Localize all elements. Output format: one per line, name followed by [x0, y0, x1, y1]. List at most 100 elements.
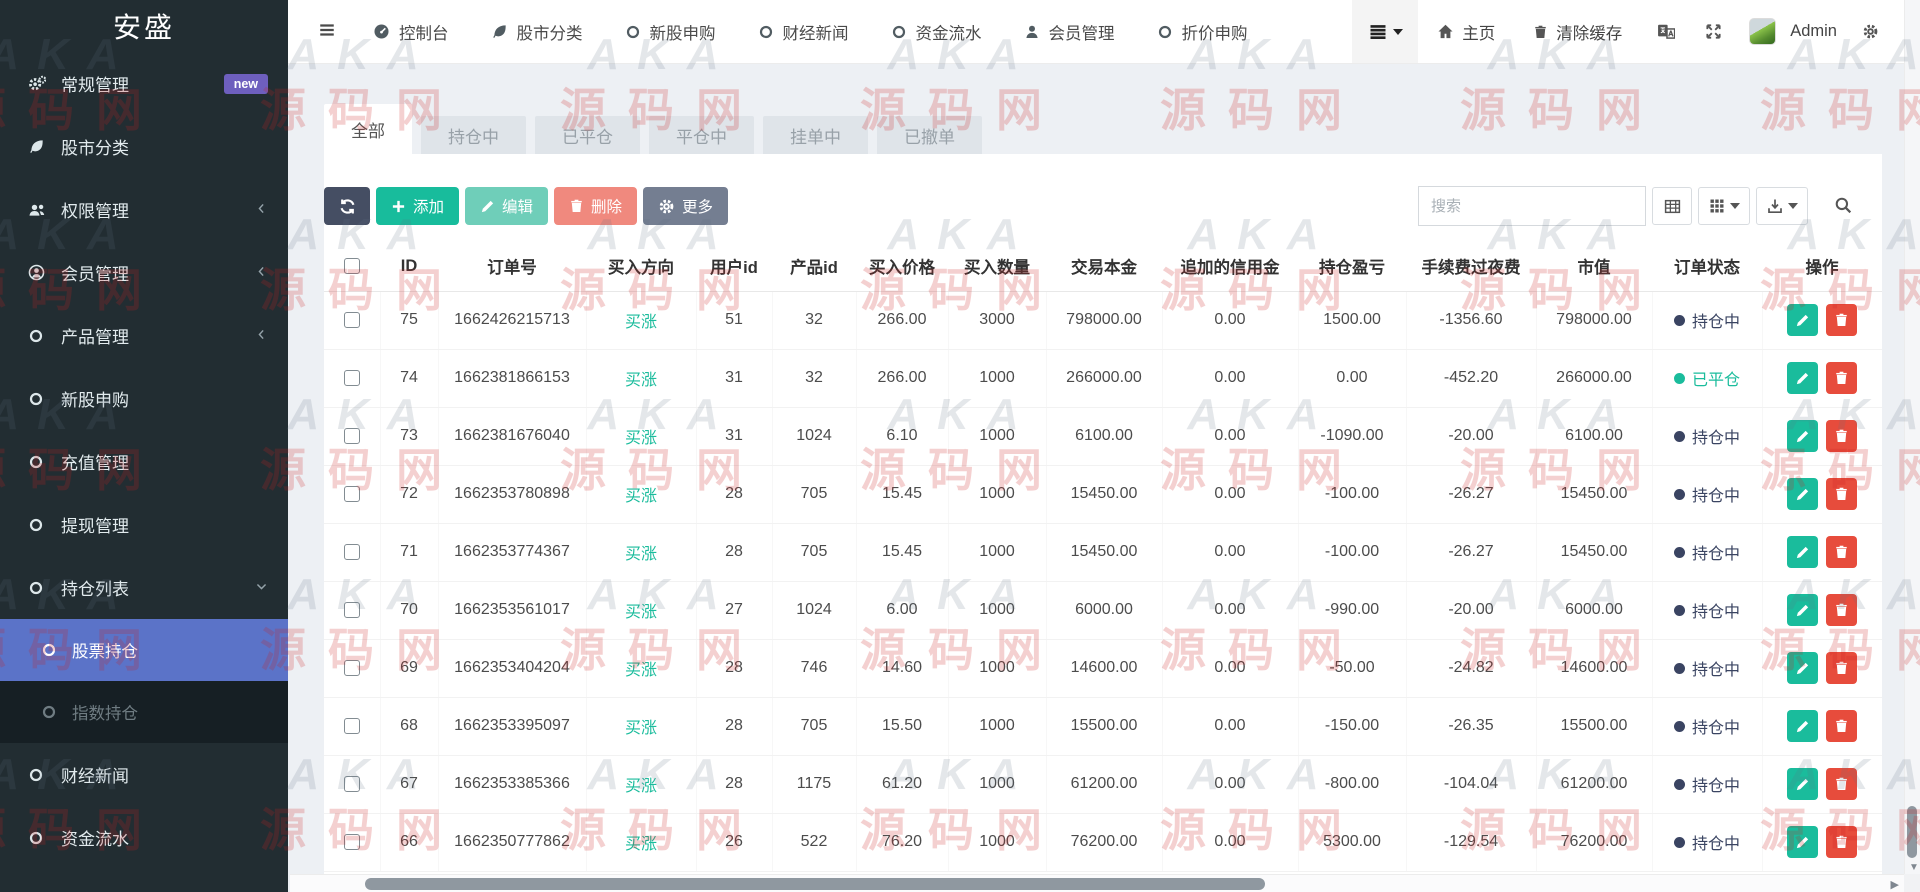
delete-row-button[interactable]	[1826, 536, 1857, 568]
vertical-scrollbar[interactable]: ▼	[1904, 0, 1920, 874]
clear-cache-link[interactable]: 清除缓存	[1514, 0, 1641, 63]
tab-holding[interactable]: 持仓中	[421, 116, 526, 154]
delete-row-button[interactable]	[1826, 478, 1857, 510]
sidebar-item-members[interactable]: 会员管理	[0, 241, 288, 304]
delete-row-button[interactable]	[1826, 710, 1857, 742]
export-button[interactable]	[1756, 187, 1808, 225]
nav-list-dropdown[interactable]	[1352, 0, 1418, 63]
row-checkbox[interactable]	[344, 660, 360, 676]
row-checkbox[interactable]	[344, 370, 360, 386]
sidebar-item-index-positions[interactable]: 指数持仓	[0, 681, 288, 743]
column-header[interactable]: 产品id	[772, 242, 856, 291]
nav-item-discount-subscribe[interactable]: 折价申购	[1136, 0, 1269, 63]
delete-row-button[interactable]	[1826, 420, 1857, 452]
search-input[interactable]	[1418, 186, 1646, 226]
column-header[interactable]: 订单状态	[1652, 242, 1762, 291]
sidebar-item-recharge[interactable]: 充值管理	[0, 430, 288, 493]
horizontal-scrollbar[interactable]: ▶	[290, 874, 1904, 892]
nav-item-fund-flow[interactable]: 资金流水	[870, 0, 1003, 63]
column-header[interactable]: 操作	[1762, 242, 1882, 291]
row-checkbox[interactable]	[344, 486, 360, 502]
sidebar-item-fund-flow[interactable]: 资金流水	[0, 806, 288, 869]
delete-row-button[interactable]	[1826, 652, 1857, 684]
sidebar-item-products[interactable]: 产品管理	[0, 304, 288, 367]
edit-button[interactable]: 编辑	[465, 187, 548, 225]
row-checkbox[interactable]	[344, 602, 360, 618]
toggle-view-button[interactable]	[1652, 187, 1692, 225]
edit-row-button[interactable]	[1787, 362, 1818, 394]
status-badge: 持仓中	[1674, 482, 1740, 506]
more-button[interactable]: 更多	[643, 187, 728, 225]
add-button[interactable]: 添加	[376, 187, 459, 225]
column-header[interactable]: 追加的信用金	[1162, 242, 1298, 291]
home-link[interactable]: 主页	[1418, 0, 1514, 63]
admin-username[interactable]: Admin	[1780, 22, 1847, 41]
column-header[interactable]: 市值	[1536, 242, 1652, 291]
nav-item-members[interactable]: 会员管理	[1003, 0, 1136, 63]
tab-cancelled[interactable]: 已撤单	[877, 116, 982, 154]
delete-row-button[interactable]	[1826, 768, 1857, 800]
edit-row-button[interactable]	[1787, 710, 1818, 742]
row-checkbox[interactable]	[344, 544, 360, 560]
avatar[interactable]	[1749, 18, 1776, 45]
tab-all[interactable]: 全部	[324, 104, 412, 154]
edit-row-button[interactable]	[1787, 652, 1818, 684]
fullscreen-button[interactable]	[1690, 0, 1737, 63]
vertical-scroll-thumb[interactable]	[1907, 806, 1917, 858]
select-all-header[interactable]	[324, 242, 380, 291]
sidebar-item-permissions[interactable]: 权限管理	[0, 178, 288, 241]
sidebar-item-finance-news[interactable]: 财经新闻	[0, 743, 288, 806]
tab-closing[interactable]: 平仓中	[649, 116, 754, 154]
edit-row-button[interactable]	[1787, 304, 1818, 336]
sidebar-item-new-stock-subscribe[interactable]: 新股申购	[0, 367, 288, 430]
column-header[interactable]: 持仓盈亏	[1298, 242, 1406, 291]
tab-closed[interactable]: 已平仓	[535, 116, 640, 154]
nav-item-market-category[interactable]: 股市分类	[470, 0, 604, 63]
column-header[interactable]: 交易本金	[1046, 242, 1162, 291]
sidebar-item-general-settings[interactable]: 常规管理new	[0, 52, 288, 115]
column-header[interactable]: ID	[380, 242, 438, 291]
user-icon	[1024, 24, 1040, 40]
sidebar-item-stock-positions[interactable]: 股票持仓	[0, 619, 288, 681]
horizontal-scroll-thumb[interactable]	[365, 878, 1265, 890]
translate-button[interactable]	[1641, 0, 1690, 63]
sidebar-toggle-button[interactable]	[302, 0, 352, 63]
edit-row-button[interactable]	[1787, 826, 1818, 858]
nav-item-finance-news[interactable]: 财经新闻	[737, 0, 870, 63]
column-header[interactable]: 买入方向	[586, 242, 696, 291]
tab-pending[interactable]: 挂单中	[763, 116, 868, 154]
settings-button[interactable]	[1847, 0, 1894, 63]
column-header[interactable]: 买入价格	[856, 242, 948, 291]
columns-button[interactable]	[1698, 187, 1750, 225]
edit-row-button[interactable]	[1787, 768, 1818, 800]
row-checkbox[interactable]	[344, 718, 360, 734]
row-checkbox[interactable]	[344, 776, 360, 792]
cell-status: 已平仓	[1652, 349, 1762, 407]
column-header[interactable]: 用户id	[696, 242, 772, 291]
delete-row-button[interactable]	[1826, 304, 1857, 336]
column-header[interactable]: 买入数量	[948, 242, 1046, 291]
delete-row-button[interactable]	[1826, 826, 1857, 858]
row-checkbox[interactable]	[344, 834, 360, 850]
edit-row-button[interactable]	[1787, 420, 1818, 452]
edit-row-button[interactable]	[1787, 478, 1818, 510]
delete-row-button[interactable]	[1826, 594, 1857, 626]
column-header[interactable]: 手续费过夜费	[1406, 242, 1536, 291]
sidebar-item-market-category[interactable]: 股市分类	[0, 115, 288, 178]
column-header[interactable]: 订单号	[438, 242, 586, 291]
sidebar-item-withdraw[interactable]: 提现管理	[0, 493, 288, 556]
edit-row-button[interactable]	[1787, 536, 1818, 568]
edit-row-button[interactable]	[1787, 594, 1818, 626]
select-all-checkbox[interactable]	[344, 258, 360, 274]
nav-item-dashboard[interactable]: 控制台	[352, 0, 470, 63]
sidebar-item-positions[interactable]: 持仓列表	[0, 556, 288, 619]
table-row: 73 1662381676040 买涨 31 1024 6.10 1000 61…	[324, 407, 1882, 465]
row-checkbox[interactable]	[344, 312, 360, 328]
table-row: 68 1662353395097 买涨 28 705 15.50 1000 15…	[324, 697, 1882, 755]
delete-row-button[interactable]	[1826, 362, 1857, 394]
search-button[interactable]	[1834, 196, 1852, 217]
nav-item-new-stock-subscribe[interactable]: 新股申购	[604, 0, 737, 63]
delete-button[interactable]: 删除	[554, 187, 637, 225]
row-checkbox[interactable]	[344, 428, 360, 444]
refresh-button[interactable]	[324, 187, 370, 225]
